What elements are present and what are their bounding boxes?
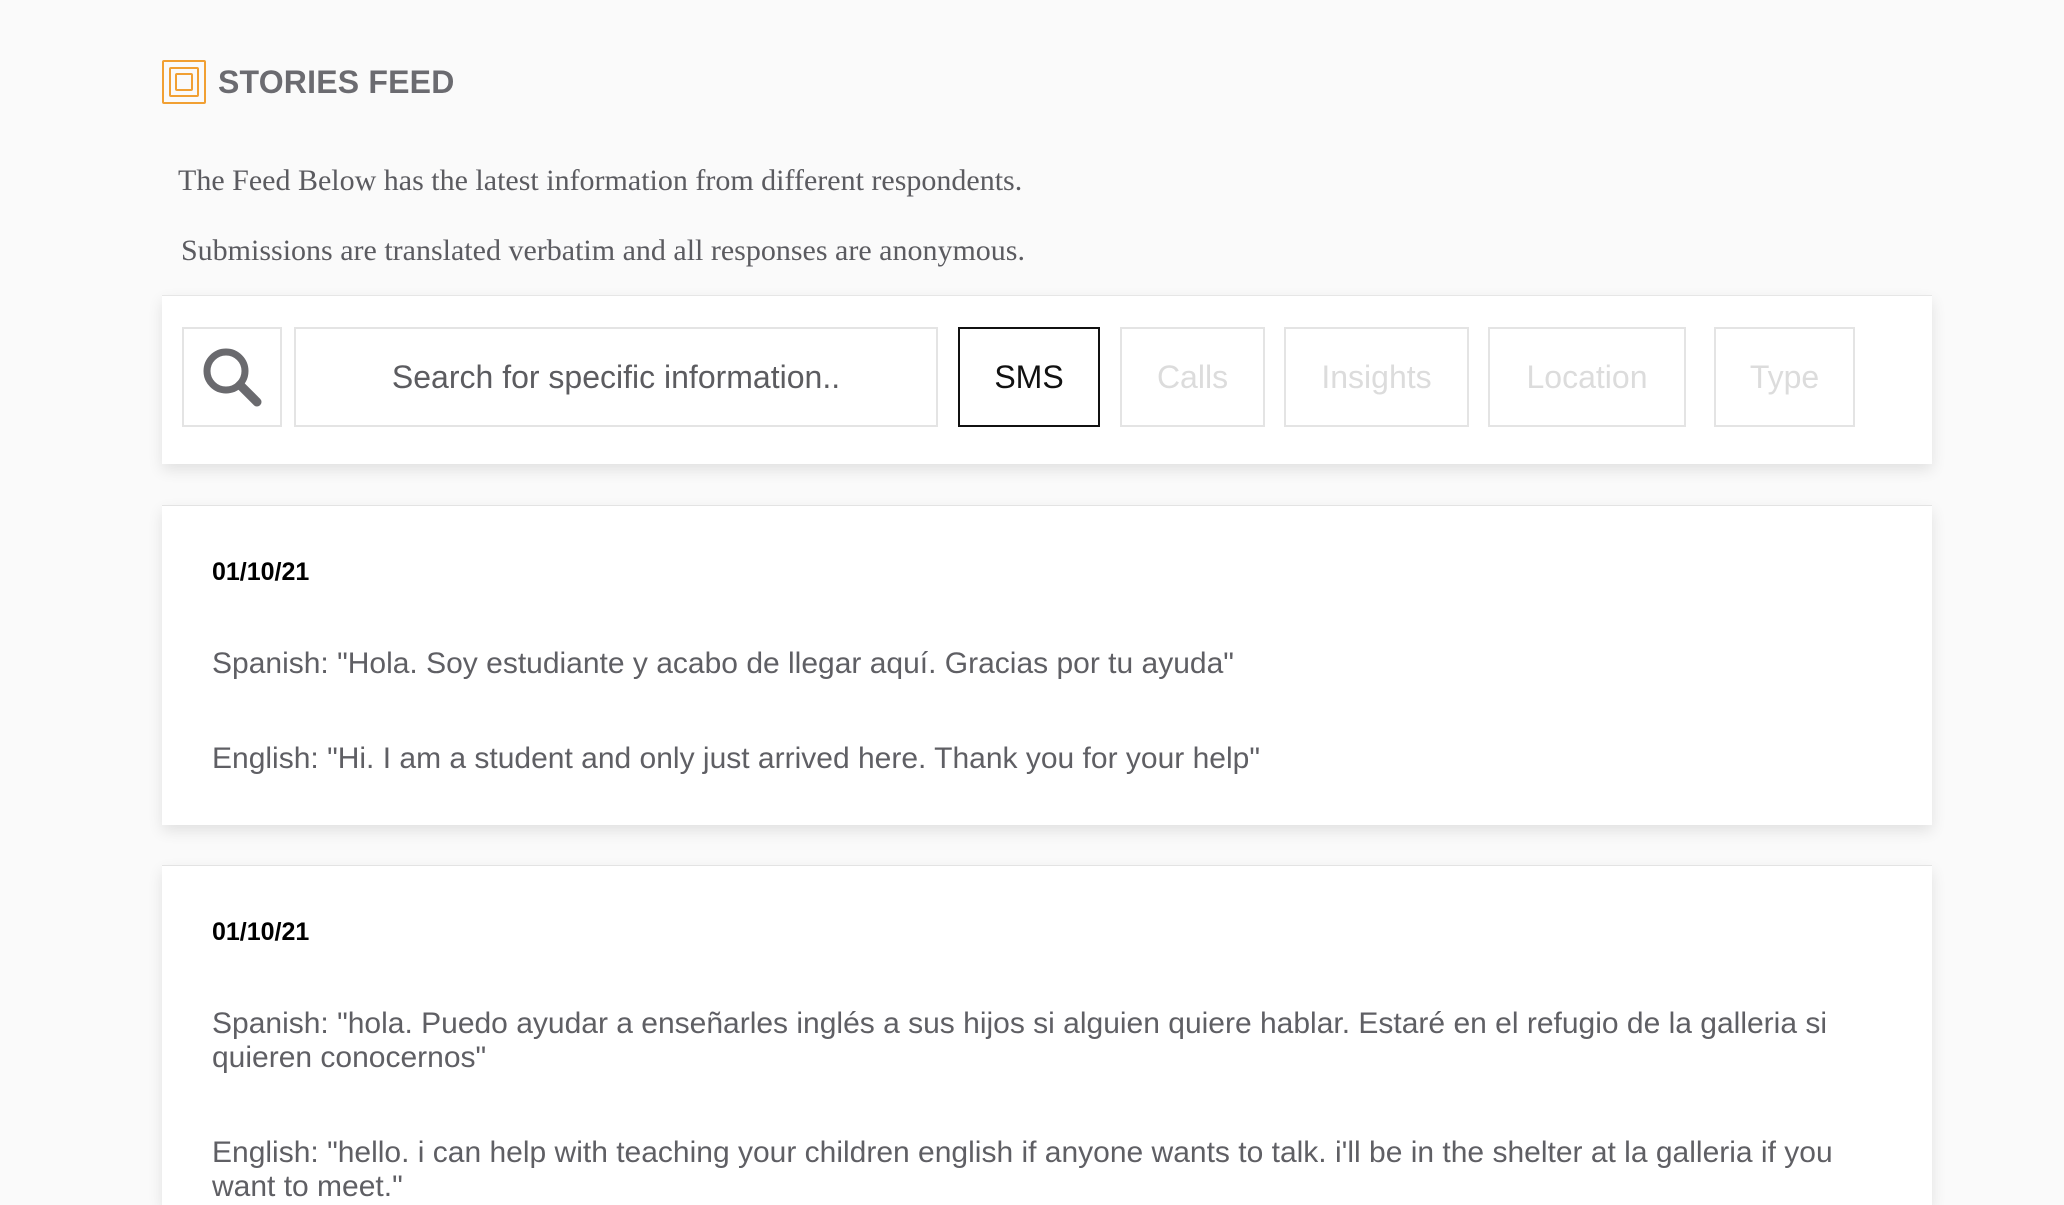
feed-card-spanish-text: Spanish: "Hola. Soy estudiante y acabo d… (212, 647, 1234, 680)
page-title: STORIES FEED (218, 63, 455, 100)
feed-card-english-text: English: "Hi. I am a student and only ju… (212, 742, 1260, 775)
filter-calls-button[interactable]: Calls (1120, 327, 1265, 427)
filter-sms-button[interactable]: SMS (958, 327, 1100, 427)
filter-insights-button[interactable]: Insights (1284, 327, 1469, 427)
feed-card-date: 01/10/21 (212, 558, 310, 586)
nested-squares-logo-icon (162, 60, 206, 104)
search-icon (203, 348, 262, 407)
intro-line-1: The Feed Below has the latest informatio… (178, 164, 1023, 197)
feed-card: 01/10/21 Spanish: "hola. Puedo ayudar a … (162, 865, 1932, 1205)
filter-type-button[interactable]: Type (1714, 327, 1855, 427)
feed-card-spanish-text: Spanish: "hola. Puedo ayudar a enseñarle… (212, 1007, 1828, 1074)
search-input[interactable] (294, 327, 938, 427)
page-header: STORIES FEED (162, 60, 455, 104)
intro-line-2: Submissions are translated verbatim and … (181, 234, 1025, 267)
search-button[interactable] (182, 327, 282, 427)
feed-card-english-text: English: "hello. i can help with teachin… (212, 1136, 1833, 1203)
feed-card: 01/10/21 Spanish: "Hola. Soy estudiante … (162, 505, 1932, 825)
filter-location-button[interactable]: Location (1488, 327, 1686, 427)
filter-toolbar: SMS Calls Insights Location Type (162, 295, 1932, 464)
feed-card-date: 01/10/21 (212, 918, 310, 946)
